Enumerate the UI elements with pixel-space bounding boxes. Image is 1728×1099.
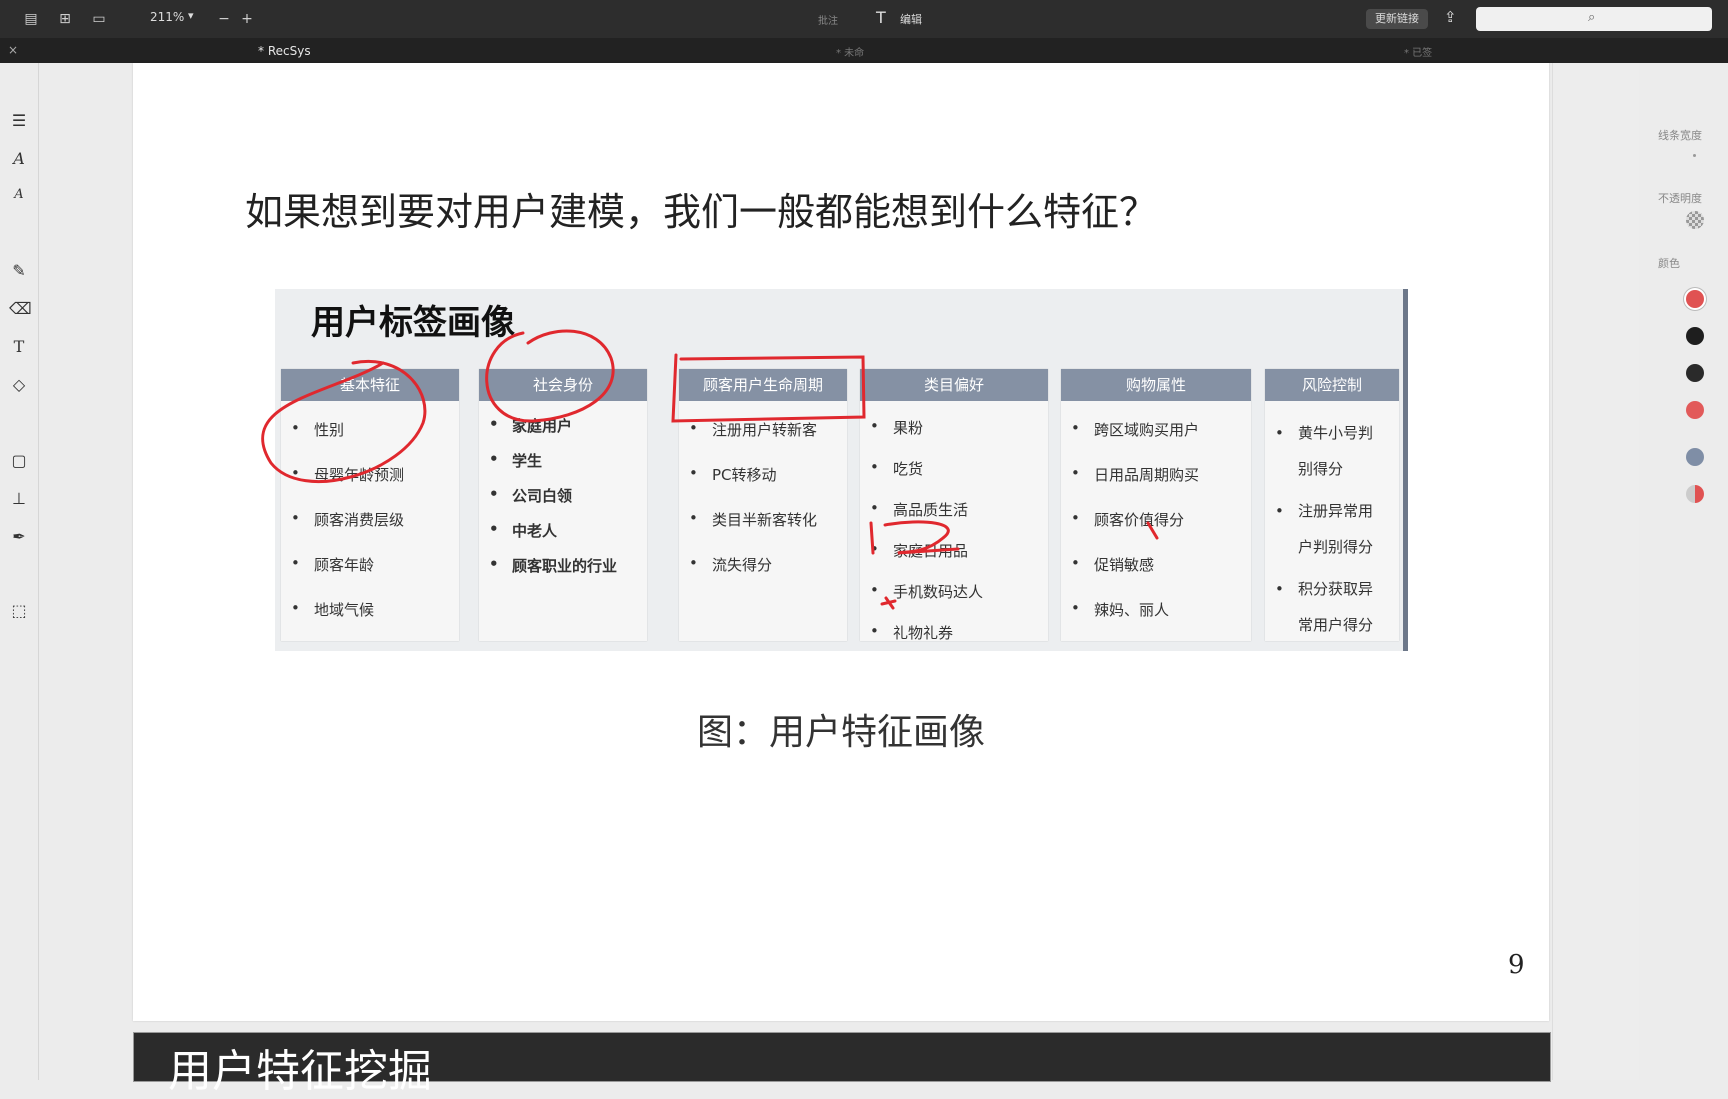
list-item: 性别 xyxy=(281,419,459,464)
column-header: 购物属性 xyxy=(1061,369,1251,401)
color-swatch-dark[interactable] xyxy=(1686,364,1704,382)
sidebar-toggle-icon[interactable]: ▤ xyxy=(20,9,42,29)
tab-signed[interactable]: * 已签 xyxy=(1404,44,1432,59)
list-item: 礼物礼券 xyxy=(860,622,1048,646)
list-item: 果粉 xyxy=(860,417,1048,458)
next-slide-title: 用户特征挖掘 xyxy=(168,1046,432,1097)
color-swatch-red[interactable] xyxy=(1686,401,1704,419)
comment-icon[interactable]: ▢ xyxy=(9,451,29,471)
column-shopping: 购物属性 跨区域购买用户 日用品周期购买 顾客价值得分 促销敏感 辣妈、丽人 xyxy=(1061,369,1251,641)
text-box-icon[interactable]: ☰ xyxy=(9,111,29,131)
list-item: 学生 xyxy=(479,450,647,485)
search-input[interactable]: ⌕ xyxy=(1476,7,1712,31)
list-item: 辣妈、丽人 xyxy=(1061,599,1251,644)
close-icon[interactable]: × xyxy=(8,43,18,57)
zoom-in-button[interactable]: + xyxy=(236,9,258,29)
list-item: 吃货 xyxy=(860,458,1048,499)
slide-page: 如果想到要对用户建模，我们一般都能想到什么特征？ 用户标签画像 基本特征 性别 … xyxy=(133,63,1549,1021)
page-view-icon[interactable]: ▭ xyxy=(88,9,110,29)
column-header: 类目偏好 xyxy=(860,369,1048,401)
list-item: 中老人 xyxy=(479,520,647,555)
list-item: 类目半新客转化 xyxy=(679,509,847,554)
figure-title: 用户标签画像 xyxy=(311,303,515,343)
slide-question: 如果想到要对用户建模，我们一般都能想到什么特征？ xyxy=(245,190,1158,234)
list-item: 注册异常用户判别得分 xyxy=(1265,493,1374,571)
update-button[interactable]: 更新链接 xyxy=(1366,9,1428,29)
top-toolbar: ▤ ⊞ ▭ 211% ▾ − + 批注 T 编辑 更新链接 ⇪ ⌕ xyxy=(0,0,1728,38)
list-item: 母婴年龄预测 xyxy=(281,464,459,509)
figure-caption: 图：用户特征画像 xyxy=(696,712,985,753)
list-item: 家庭用户 xyxy=(479,415,647,450)
column-header: 基本特征 xyxy=(281,369,459,401)
color-label: 颜色 xyxy=(1658,257,1680,270)
column-header: 顾客用户生命周期 xyxy=(679,369,847,401)
color-swatch-custom[interactable] xyxy=(1686,485,1704,503)
list-item: 家庭日用品 xyxy=(860,540,1048,581)
list-item: 日用品周期购买 xyxy=(1061,464,1251,509)
list-item: 公司白领 xyxy=(479,485,647,520)
column-header: 风险控制 xyxy=(1265,369,1399,401)
column-category: 类目偏好 果粉 吃货 高品质生活 家庭日用品 手机数码达人 礼物礼券 xyxy=(860,369,1048,642)
list-item: 手机数码达人 xyxy=(860,581,1048,622)
select-area-icon[interactable]: ⬚ xyxy=(9,601,29,621)
next-slide-preview: 用户特征挖掘 xyxy=(133,1032,1551,1097)
eraser-icon[interactable]: ⌫ xyxy=(9,299,32,319)
pen-icon[interactable]: ✎ xyxy=(9,261,29,281)
stroke-width-label: 线条宽度 xyxy=(1658,129,1702,142)
properties-panel: 线条宽度 不透明度 颜色 xyxy=(1640,63,1728,1080)
text-edit-icon[interactable]: T xyxy=(876,8,886,27)
opacity-label: 不透明度 xyxy=(1658,192,1702,205)
annotate-label[interactable]: 批注 xyxy=(818,12,838,27)
list-item: 顾客职业的行业 xyxy=(479,555,647,590)
list-item: 顾客年龄 xyxy=(281,554,459,599)
tab-recsys[interactable]: * RecSys xyxy=(258,44,311,58)
list-item: 黄牛小号判别得分 xyxy=(1265,415,1374,493)
list-item: 高品质生活 xyxy=(860,499,1048,540)
list-item: 注册用户转新客 xyxy=(679,419,847,464)
list-item: 促销敏感 xyxy=(1061,554,1251,599)
stroke-width-dot[interactable] xyxy=(1693,154,1696,157)
color-swatch-black[interactable] xyxy=(1686,327,1704,345)
color-swatch-red-selected[interactable] xyxy=(1686,290,1704,308)
list-item: PC转移动 xyxy=(679,464,847,509)
list-item: 顾客价值得分 xyxy=(1061,509,1251,554)
signature-icon[interactable]: ✒ xyxy=(9,527,29,547)
share-icon[interactable]: ⇪ xyxy=(1444,8,1457,26)
text-tool-icon[interactable]: T xyxy=(9,337,29,357)
list-item: 跨区域购买用户 xyxy=(1061,419,1251,464)
list-item: 积分获取异常用户得分 xyxy=(1265,571,1374,634)
font-size-icon[interactable]: A xyxy=(9,185,29,205)
column-social: 社会身份 家庭用户 学生 公司白领 中老人 顾客职业的行业 xyxy=(479,369,647,641)
list-item: 地域气候 xyxy=(281,599,459,644)
search-icon: ⌕ xyxy=(1588,10,1596,25)
column-lifecycle: 顾客用户生命周期 注册用户转新客 PC转移动 类目半新客转化 流失得分 xyxy=(679,369,847,641)
chevron-down-icon[interactable]: ▾ xyxy=(188,9,194,22)
opacity-swatch[interactable] xyxy=(1686,211,1704,229)
stamp-icon[interactable]: ⊥ xyxy=(9,489,29,509)
page-number: 9 xyxy=(1508,950,1525,980)
color-swatch-slate[interactable] xyxy=(1686,448,1704,466)
left-toolbar: ☰ A A ✎ ⌫ T ◇ ▢ ⊥ ✒ ⬚ xyxy=(0,63,39,1080)
grid-view-icon[interactable]: ⊞ xyxy=(54,9,76,29)
column-header: 社会身份 xyxy=(479,369,647,401)
zoom-out-button[interactable]: − xyxy=(213,9,235,29)
list-item: 顾客消费层级 xyxy=(281,509,459,554)
column-basic: 基本特征 性别 母婴年龄预测 顾客消费层级 顾客年龄 地域气候 xyxy=(281,369,459,641)
edit-label[interactable]: 编辑 xyxy=(900,11,922,27)
page-thumbnails[interactable] xyxy=(1552,63,1639,1080)
zoom-level[interactable]: 211% xyxy=(150,10,184,24)
user-tag-figure: 用户标签画像 基本特征 性别 母婴年龄预测 顾客消费层级 顾客年龄 地域气候 社… xyxy=(275,289,1408,651)
tab-untitled[interactable]: * 未命 xyxy=(836,44,864,59)
column-risk: 风险控制 黄牛小号判别得分 注册异常用户判别得分 积分获取异常用户得分 xyxy=(1265,369,1399,641)
shape-icon[interactable]: ◇ xyxy=(9,375,29,395)
font-style-icon[interactable]: A xyxy=(9,149,29,169)
list-item: 流失得分 xyxy=(679,554,847,599)
tab-bar: × * RecSys * 未命 * 已签 xyxy=(0,38,1728,63)
